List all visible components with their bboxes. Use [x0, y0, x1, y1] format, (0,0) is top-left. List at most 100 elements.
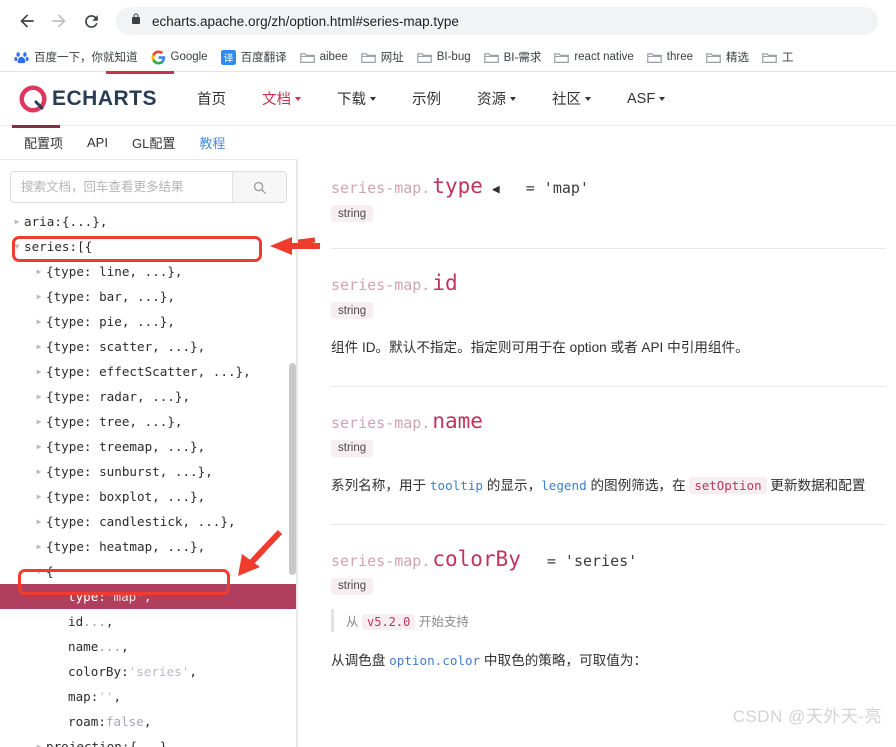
- main-nav: 首页 文档 下载 示例 资源 社区 ASF: [179, 72, 683, 126]
- collapse-left-icon[interactable]: ◀: [492, 182, 500, 197]
- tree-node[interactable]: ▶ {type: pie, ...} ,: [0, 309, 297, 334]
- chevron-right-icon[interactable]: ▶: [32, 517, 46, 526]
- bookmark-item[interactable]: 精选: [700, 46, 755, 68]
- option-entry-header: series-map. id: [331, 271, 886, 295]
- tree-node[interactable]: ▶ {type: line, ...} ,: [0, 259, 297, 284]
- search-input[interactable]: [11, 172, 232, 202]
- tree-node[interactable]: ▶ {type: radar, ...} ,: [0, 384, 297, 409]
- chevron-right-icon[interactable]: ▶: [32, 267, 46, 276]
- bookmark-item[interactable]: Google: [145, 47, 214, 68]
- bookmark-label: 精选: [726, 52, 749, 64]
- tree-node[interactable]: ▶ {type: effectScatter, ...} ,: [0, 359, 297, 384]
- bookmark-item[interactable]: aibee: [294, 48, 354, 67]
- tree-node[interactable]: ▶ {type: scatter, ...} ,: [0, 334, 297, 359]
- chevron-right-icon[interactable]: ▶: [32, 542, 46, 551]
- chevron-right-icon[interactable]: ▶: [32, 317, 46, 326]
- option-entry-name: name: [432, 408, 483, 433]
- browser-chrome: echarts.apache.org/zh/option.html#series…: [0, 0, 896, 72]
- description-text: 系列名称，用于: [331, 477, 430, 493]
- tree-node[interactable]: ▶ aria: {...} ,: [0, 209, 297, 234]
- tree-node[interactable]: roam: false ,: [0, 709, 297, 734]
- nav-item[interactable]: 文档: [244, 72, 319, 126]
- tree-node[interactable]: name ... ,: [0, 634, 297, 659]
- chevron-right-icon[interactable]: ▶: [32, 742, 46, 747]
- nav-item[interactable]: 示例: [394, 72, 459, 126]
- bookmark-item[interactable]: BI-bug: [411, 48, 477, 67]
- chevron-right-icon[interactable]: ▶: [32, 342, 46, 351]
- nav-item-label: ASF: [627, 90, 656, 107]
- chevron-right-icon[interactable]: ▶: [32, 367, 46, 376]
- echarts-logo[interactable]: ECHARTS: [18, 84, 157, 114]
- nav-item-label: 文档: [262, 92, 292, 108]
- tree-node[interactable]: ▶ {type: treemap, ...} ,: [0, 434, 297, 459]
- tree-node-value: {type: heatmap, ...}: [46, 539, 198, 554]
- bookmark-item[interactable]: three: [641, 48, 699, 67]
- option-description: 组件 ID。默认不指定。指定则可用于在 option 或者 API 中引用组件。: [331, 336, 886, 360]
- tree-node[interactable]: ▶ {type: heatmap, ...} ,: [0, 534, 297, 559]
- chevron-right-icon[interactable]: ▶: [32, 417, 46, 426]
- doc-subtab[interactable]: GL配置: [120, 133, 187, 152]
- since-note: 从 v5.2.0 开始支持: [331, 608, 886, 632]
- tree-node[interactable]: type: 'map' ,: [0, 584, 297, 609]
- chevron-down-icon[interactable]: ▼: [10, 242, 24, 251]
- doc-link[interactable]: option.color: [389, 653, 480, 668]
- option-entry: series-map. colorBy = 'series' string 从 v5.2…: [331, 525, 886, 673]
- bookmark-item[interactable]: BI-需求: [478, 46, 548, 68]
- bookmark-item[interactable]: react native: [548, 48, 639, 67]
- since-prefix: 从: [346, 614, 359, 629]
- back-arrow-icon[interactable]: [12, 6, 42, 36]
- nav-item[interactable]: 社区: [534, 72, 609, 126]
- tree-node[interactable]: ▶ {type: candlestick, ...} ,: [0, 509, 297, 534]
- since-suffix: 开始支持: [418, 614, 469, 629]
- chevron-right-icon[interactable]: ▶: [32, 467, 46, 476]
- description-text: 组件 ID。默认不指定。指定则可用于在 option 或者 API 中引用组件。: [331, 340, 749, 355]
- doc-subtab[interactable]: API: [75, 135, 120, 150]
- tree-node-tail: ,: [105, 614, 114, 629]
- address-bar[interactable]: echarts.apache.org/zh/option.html#series…: [116, 7, 878, 35]
- tree-node[interactable]: ▶ {type: bar, ...} ,: [0, 284, 297, 309]
- tree-node[interactable]: ▶ {type: sunburst, ...} ,: [0, 459, 297, 484]
- reload-icon[interactable]: [76, 6, 106, 36]
- doc-subtab[interactable]: 教程: [187, 133, 237, 152]
- doc-content: series-map. type ◀ = 'map' string series-map.…: [298, 160, 896, 747]
- nav-item-label: 资源: [477, 92, 507, 108]
- sidebar-search[interactable]: [10, 171, 287, 203]
- bookmark-item[interactable]: 工: [756, 46, 800, 68]
- chevron-right-icon[interactable]: ▶: [32, 442, 46, 451]
- bookmark-item[interactable]: 译百度翻译: [215, 46, 293, 68]
- search-icon[interactable]: [232, 172, 286, 202]
- nav-item[interactable]: 资源: [459, 72, 534, 126]
- chevron-down-icon[interactable]: ▼: [32, 567, 46, 576]
- nav-item[interactable]: 首页: [179, 72, 244, 126]
- tree-node-tail: ,: [99, 214, 108, 229]
- tree-node[interactable]: map: '' ,: [0, 684, 297, 709]
- svg-text:译: 译: [223, 52, 233, 64]
- doc-link[interactable]: tooltip: [430, 478, 483, 493]
- nav-item[interactable]: ASF: [609, 72, 683, 126]
- sidebar-scrollbar[interactable]: [289, 363, 296, 575]
- lock-icon: [130, 12, 142, 31]
- tree-node[interactable]: ▶ {type: tree, ...} ,: [0, 409, 297, 434]
- tree-node[interactable]: id ... ,: [0, 609, 297, 634]
- tree-node[interactable]: ▼{: [0, 559, 297, 584]
- tree-node[interactable]: colorBy: 'series' ,: [0, 659, 297, 684]
- chevron-right-icon[interactable]: ▶: [10, 217, 24, 226]
- bookmark-item[interactable]: 百度一下，你就知道: [8, 46, 144, 68]
- chevron-down-icon: [370, 96, 377, 101]
- chevron-right-icon[interactable]: ▶: [32, 292, 46, 301]
- bookmark-item[interactable]: 网址: [355, 46, 410, 68]
- echarts-logo-text: ECHARTS: [52, 86, 158, 110]
- chevron-right-icon[interactable]: ▶: [32, 392, 46, 401]
- tree-node-value: {type: line, ...}: [46, 264, 175, 279]
- tree-node[interactable]: ▼ series: [{: [0, 234, 297, 259]
- tree-node-value: [{: [77, 239, 93, 254]
- doc-subtab[interactable]: 配置项: [12, 133, 75, 152]
- chevron-right-icon[interactable]: ▶: [32, 492, 46, 501]
- tree-node[interactable]: ▶ projection: {...} ,: [0, 734, 297, 747]
- doc-link[interactable]: legend: [541, 478, 587, 493]
- forward-arrow-icon[interactable]: [44, 6, 74, 36]
- nav-item[interactable]: 下载: [319, 72, 394, 126]
- tree-node[interactable]: ▶ {type: boxplot, ...} ,: [0, 484, 297, 509]
- tree-node-tail: ,: [167, 739, 175, 747]
- bookmark-label: react native: [574, 51, 634, 63]
